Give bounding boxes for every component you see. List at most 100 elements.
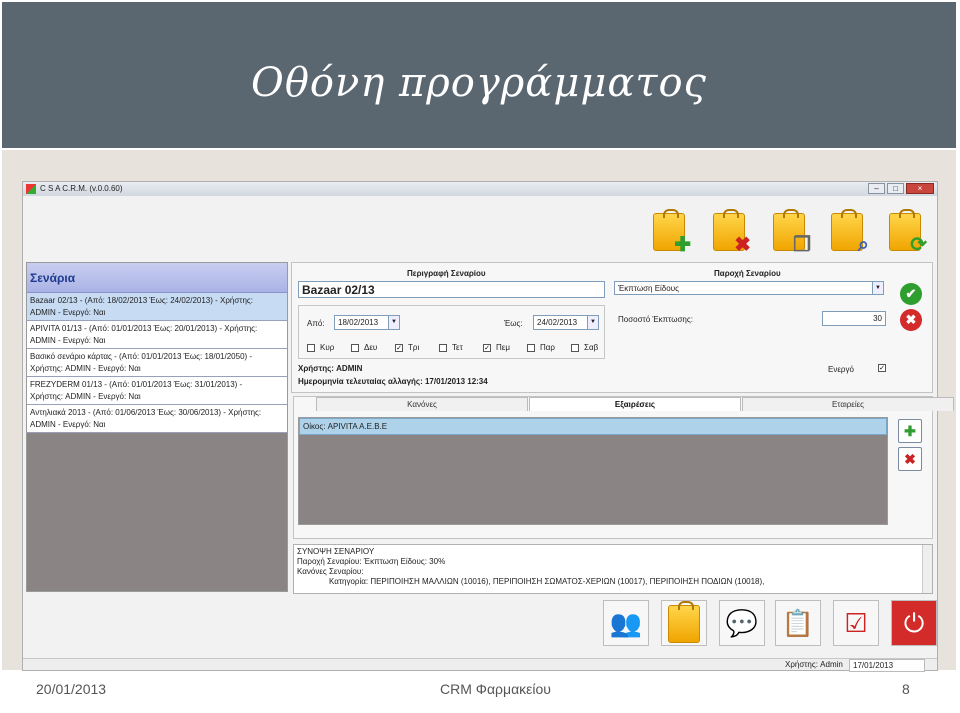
summary-line: Κατηγορία: ΠΕΡΙΠΟΙΗΣΗ ΜΑΛΛΙΩΝ (10016), Π… <box>329 577 765 586</box>
day-label: Πεμ <box>496 343 510 352</box>
scenarios-button[interactable] <box>661 600 707 646</box>
minimize-button[interactable]: – <box>868 183 885 194</box>
provision-type-select[interactable]: Έκπτωση Είδους ▼ <box>614 281 884 295</box>
scenarios-list: Bazaar 02/13 - (Από: 18/02/2013 Έως: 24/… <box>27 293 287 433</box>
cards-button[interactable]: 📋 <box>775 600 821 646</box>
tasks-icon: ☑ <box>844 608 868 638</box>
tab-3[interactable]: Εταιρείες <box>742 397 954 411</box>
date-range-group: Από: 18/02/2013 ▼ Έως: 24/02/2013 ▼ Κυρ Δ… <box>298 305 605 359</box>
search-scenario-button[interactable]: ⌕ <box>825 209 871 255</box>
scenario-line-1: Βασικό σενάριο κάρτας - (Από: 01/01/2013… <box>30 352 253 361</box>
window-titlebar[interactable]: C S A C.R.M. (v.0.0.60) – □ × <box>23 182 937 196</box>
status-user: Χρήστης: Admin <box>785 660 843 669</box>
confirm-button[interactable]: ✔ <box>900 283 922 305</box>
day-checkbox-Τετ[interactable] <box>439 344 447 352</box>
power-button[interactable]: ⏻ <box>891 600 937 646</box>
scenario-summary: ΣΥΝΟΨΗ ΣΕΝΑΡΙΟΥ Παροχή Σεναρίου: Έκπτωση … <box>293 544 933 594</box>
slide-title: Οθόνη προγράμματος <box>251 60 707 106</box>
day-label: Κυρ <box>320 343 335 352</box>
day-label: Τρι <box>408 343 420 352</box>
scenario-details-panel: Περιγραφή Σεναρίου Παροχή Σεναρίου Bazaa… <box>291 262 933 393</box>
provision-type-value: Έκπτωση Είδους <box>618 284 679 293</box>
day-checkbox-Παρ[interactable] <box>527 344 535 352</box>
day-checkbox-Δευ[interactable] <box>351 344 359 352</box>
discount-percent-label: Ποσοστό Έκπτωσης: <box>618 315 693 324</box>
app-logo-icon <box>26 184 36 194</box>
remove-exception-button[interactable]: ✖ <box>898 447 922 471</box>
slide-header: Οθόνη προγράμματος <box>2 2 956 148</box>
day-checkbox-Σαβ[interactable] <box>571 344 579 352</box>
close-window-button[interactable]: × <box>906 183 934 194</box>
scenario-line-2: Χρήστης: ADMIN - Ενεργό: Ναι <box>30 364 141 373</box>
add-scenario-button[interactable]: ✚ <box>647 209 693 255</box>
scenario-line-2: ADMIN - Ενεργό: Ναι <box>30 308 106 317</box>
provision-header: Παροχή Σεναρίου <box>714 269 781 278</box>
scenario-line-1: APIVITA 01/13 - (Από: 01/01/2013 Έως: 20… <box>30 324 258 333</box>
summary-line: Κανόνες Σεναρίου: <box>297 567 364 576</box>
scenarios-panel: Σενάρια Bazaar 02/13 - (Από: 18/02/2013 … <box>26 262 288 592</box>
scenario-line-1: Bazaar 02/13 - (Από: 18/02/2013 Έως: 24/… <box>30 296 253 305</box>
to-date-picker[interactable]: 24/02/2013 ▼ <box>533 315 599 330</box>
list-item[interactable]: Αντηλιακά 2013 - (Από: 01/06/2013 Έως: 3… <box>27 405 287 433</box>
scenario-line-2: Χρήστης: ADMIN - Ενεργό: Ναι <box>30 392 141 401</box>
copy-scenario-button[interactable]: ❐ <box>767 209 813 255</box>
x-icon: ✖ <box>905 312 917 327</box>
tab-1[interactable]: Κανόνες <box>316 397 528 411</box>
summary-scrollbar[interactable] <box>922 545 932 593</box>
list-item[interactable]: Οίκος: APIVITA A.E.B.E <box>299 418 887 435</box>
toolbar-overlay-icon: ❐ <box>793 234 811 256</box>
messages-icon: 💬 <box>725 608 759 638</box>
toolbar-overlay-icon: ⟳ <box>910 234 927 256</box>
customers-button[interactable]: 👥 <box>603 600 649 646</box>
active-checkbox[interactable]: ✓ <box>878 364 886 372</box>
day-label: Δευ <box>364 343 378 352</box>
scenario-name-input[interactable]: Bazaar 02/13 <box>298 281 605 298</box>
chevron-down-icon[interactable]: ▼ <box>587 316 598 329</box>
x-icon: ✖ <box>904 451 916 467</box>
messages-button[interactable]: 💬 <box>719 600 765 646</box>
list-item[interactable]: FREZYDERM 01/13 - (Από: 01/01/2013 Έως: … <box>27 377 287 405</box>
day-checkbox-Τρι[interactable]: ✓ <box>395 344 403 352</box>
app-window: C S A C.R.M. (v.0.0.60) – □ × ✚ ✖ ❐ ⌕ ⟳ Σενά… <box>22 181 954 672</box>
maximize-button[interactable]: □ <box>887 183 904 194</box>
page-number: 8 <box>902 681 910 697</box>
toolbar-overlay-icon: ⌕ <box>857 234 869 256</box>
cancel-button[interactable]: ✖ <box>900 309 922 331</box>
scenario-line-1: Αντηλιακά 2013 - (Από: 01/06/2013 Έως: 3… <box>30 408 262 417</box>
refresh-scenario-button[interactable]: ⟳ <box>883 209 929 255</box>
rules-tabs-panel: Κανόνες Εξαιρέσεις Εταιρείες Οίκος: APIVIT… <box>293 396 954 539</box>
toolbar-overlay-icon: ✖ <box>734 234 751 256</box>
list-item[interactable]: Bazaar 02/13 - (Από: 18/02/2013 Έως: 24/… <box>27 293 287 321</box>
day-label: Παρ <box>540 343 555 352</box>
tab-2[interactable]: Εξαιρέσεις <box>529 397 741 411</box>
summary-line: ΣΥΝΟΨΗ ΣΕΝΑΡΙΟΥ <box>297 547 375 556</box>
tasks-button[interactable]: ☑ <box>833 600 879 646</box>
day-checkbox-Πεμ[interactable]: ✓ <box>483 344 491 352</box>
power-icon: ⏻ <box>892 601 936 645</box>
status-date: 17/01/2013 <box>849 659 925 672</box>
delete-scenario-button[interactable]: ✖ <box>707 209 753 255</box>
list-item[interactable]: Βασικό σενάριο κάρτας - (Από: 01/01/2013… <box>27 349 287 377</box>
from-date-picker[interactable]: 18/02/2013 ▼ <box>334 315 400 330</box>
toolbar-overlay-icon: ✚ <box>674 234 691 256</box>
list-item[interactable]: APIVITA 01/13 - (Από: 01/01/2013 Έως: 20… <box>27 321 287 349</box>
summary-line: Παροχή Σεναρίου: Έκπτωση Είδους: 30% <box>297 557 446 566</box>
check-icon: ✔ <box>905 286 917 301</box>
summary-text: ΣΥΝΟΨΗ ΣΕΝΑΡΙΟΥ Παροχή Σεναρίου: Έκπτωση … <box>297 547 929 587</box>
scenario-line-2: ADMIN - Ενεργό: Ναι <box>30 420 106 429</box>
footer-date: 20/01/2013 <box>36 681 107 697</box>
chevron-down-icon[interactable]: ▼ <box>872 282 883 294</box>
to-date-value: 24/02/2013 <box>537 318 578 327</box>
cards-icon: 📋 <box>781 608 815 638</box>
last-change-line: Ημερομηνία τελευταίας αλλαγής: 17/01/201… <box>298 377 488 386</box>
add-exception-button[interactable]: ✚ <box>898 419 922 443</box>
description-header: Περιγραφή Σεναρίου <box>407 269 486 278</box>
customers-icon: 👥 <box>609 608 643 638</box>
exceptions-list: Οίκος: APIVITA A.E.B.E <box>298 417 888 525</box>
discount-percent-input[interactable]: 30 <box>822 311 886 326</box>
day-checkbox-Κυρ[interactable] <box>307 344 315 352</box>
scenarios-header: Σενάρια <box>27 263 287 293</box>
day-label: Σαβ <box>584 343 599 352</box>
chevron-down-icon[interactable]: ▼ <box>388 316 399 329</box>
plus-icon: ✚ <box>904 423 916 439</box>
